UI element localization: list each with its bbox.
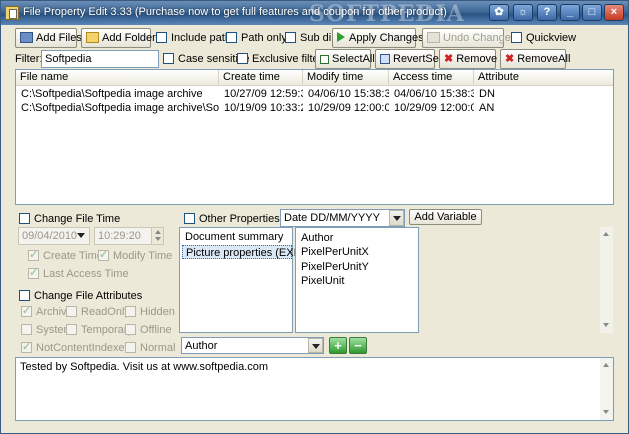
time-spinner[interactable] [151,228,163,244]
readonly-checkbox[interactable]: ReadOnly [66,306,130,318]
date-dropdown-icon[interactable] [74,228,89,244]
column-access-time[interactable]: Access time [389,70,474,86]
last-access-time-checkbox[interactable]: Last Access Time [28,266,129,280]
exclusive-filter-checkbox[interactable]: Exclusive filter [237,53,322,65]
undo-changes-button[interactable]: Undo Changes [422,28,516,48]
list-item[interactable]: PixelPerUnitX [298,245,369,259]
include-path-checkbox[interactable]: Include path [156,32,231,44]
minimize-icon[interactable]: _ [560,4,580,21]
scroll-up-icon [603,232,609,236]
cell-create-time: 10/19/09 10:33:26 [224,102,303,114]
revert-sel-button[interactable]: RevertSel [375,49,441,69]
cell-attribute: AN [479,102,495,114]
date-input[interactable]: 09/04/2010 [18,227,90,245]
scroll-up-icon [603,363,609,367]
revert-icon [380,54,390,64]
scroll-down-icon [603,410,609,414]
hidden-checkbox[interactable]: Hidden [125,306,175,318]
change-file-time-checkbox[interactable]: Change File Time [19,213,120,225]
path-only-checkbox[interactable]: Path only [226,32,287,44]
not-content-indexed-checkbox[interactable]: NotContentIndexed [21,340,131,354]
list-item[interactable]: Document summary [182,230,290,244]
property-select[interactable]: Author [181,337,324,354]
property-value-scrollbar[interactable] [600,227,613,333]
select-all-icon [320,55,329,64]
system-checkbox[interactable]: System [21,324,73,336]
add-files-button[interactable]: Add Files [15,28,82,48]
column-modify-time[interactable]: Modify time [303,70,389,86]
property-list[interactable]: Author PixelPerUnitX PixelPerUnitY Pixel… [295,227,419,333]
cell-file-name: C:\Softpedia\Softpedia image archive\Sof… [21,102,219,114]
close-icon[interactable]: × [604,4,624,21]
quickview-checkbox[interactable]: Quickview [511,32,576,44]
remove-property-button[interactable]: − [349,337,367,354]
undo-icon [427,32,440,43]
list-item[interactable]: Author [298,231,333,245]
folder-icon [86,32,99,43]
remove-icon: ✖ [444,53,454,65]
filter-input[interactable]: Softpedia [41,50,159,68]
cell-modify-time: 10/29/09 12:00:00 [308,102,389,114]
date-format-dropdown-icon[interactable] [389,210,404,226]
add-property-button[interactable]: + [329,337,347,354]
category-list[interactable]: Document summary Picture properties (EXI… [179,227,307,333]
add-variable-button[interactable]: Add Variable [409,209,482,225]
property-dropdown-icon[interactable] [308,338,323,353]
notes-textarea[interactable]: Tested by Softpedia. Visit us at www.sof… [15,357,614,421]
table-row[interactable]: C:\Softpedia\Softpedia image archive\Sof… [16,101,613,115]
watermark: SOFTPEDIA [309,1,465,27]
remove-all-button[interactable]: ✖ RemoveAll [500,49,570,69]
column-attribute[interactable]: Attribute [474,70,613,86]
date-format-select[interactable]: Date DD/MM/YYYY [280,209,405,227]
maximize-icon[interactable]: □ [582,4,602,21]
spin-up-icon [155,230,161,234]
temporary-checkbox[interactable]: Temporary [66,324,133,336]
file-list-header: File name Create time Modify time Access… [16,70,613,86]
archive-checkbox[interactable]: Archive [21,304,73,318]
list-item[interactable]: PixelUnit [298,274,344,288]
column-file-name[interactable]: File name [16,70,219,86]
play-icon [337,32,345,42]
apply-changes-button[interactable]: Apply Changes [332,28,424,48]
scroll-down-icon [603,323,609,327]
cell-create-time: 10/27/09 12:59:33 [224,88,303,100]
main-window: File Property Edit 3.33 (Purchase now to… [0,0,629,434]
cell-access-time: 04/06/10 15:38:36 [394,88,474,100]
list-item[interactable]: PixelPerUnitY [298,260,369,274]
normal-checkbox[interactable]: Normal [125,342,175,354]
title-bar[interactable]: File Property Edit 3.33 (Purchase now to… [1,1,628,27]
app-icon [5,6,19,20]
create-time-checkbox[interactable]: Create Time [28,248,103,262]
help-icon[interactable]: ? [537,4,557,21]
change-file-attributes-checkbox[interactable]: Change File Attributes [19,290,142,302]
remove-button[interactable]: ✖ Remove [439,49,497,69]
time-input[interactable]: 10:29:20 [94,227,164,245]
file-list[interactable]: File name Create time Modify time Access… [15,69,614,205]
notes-text: Tested by Softpedia. Visit us at www.sof… [20,361,269,373]
cell-file-name: C:\Softpedia\Softpedia image archive [21,88,203,100]
filter-label: Filter: [15,53,43,65]
offline-checkbox[interactable]: Offline [125,324,172,336]
palette-icon[interactable]: ✿ [489,4,509,21]
modify-time-checkbox[interactable]: Modify Time [98,248,172,262]
notes-scrollbar[interactable] [600,358,613,420]
cell-access-time: 10/29/09 12:00:00 [394,102,474,114]
select-all-button[interactable]: SelectAll [315,49,375,69]
cell-attribute: DN [479,88,495,100]
remove-all-icon: ✖ [505,53,515,65]
other-properties-checkbox[interactable]: Other Properties [184,213,280,225]
property-value-area[interactable] [421,227,613,333]
sub-dir-checkbox[interactable]: Sub dir [285,32,335,44]
list-item[interactable]: Picture properties (EXIF) [182,245,307,259]
settings-icon[interactable]: ☼ [513,4,533,21]
column-create-time[interactable]: Create time [219,70,303,86]
add-folder-button[interactable]: Add Folder [81,28,156,48]
cell-modify-time: 04/06/10 15:38:36 [308,88,389,100]
files-icon [20,32,33,43]
table-row[interactable]: C:\Softpedia\Softpedia image archive 10/… [16,87,613,101]
spin-down-icon [155,237,161,241]
